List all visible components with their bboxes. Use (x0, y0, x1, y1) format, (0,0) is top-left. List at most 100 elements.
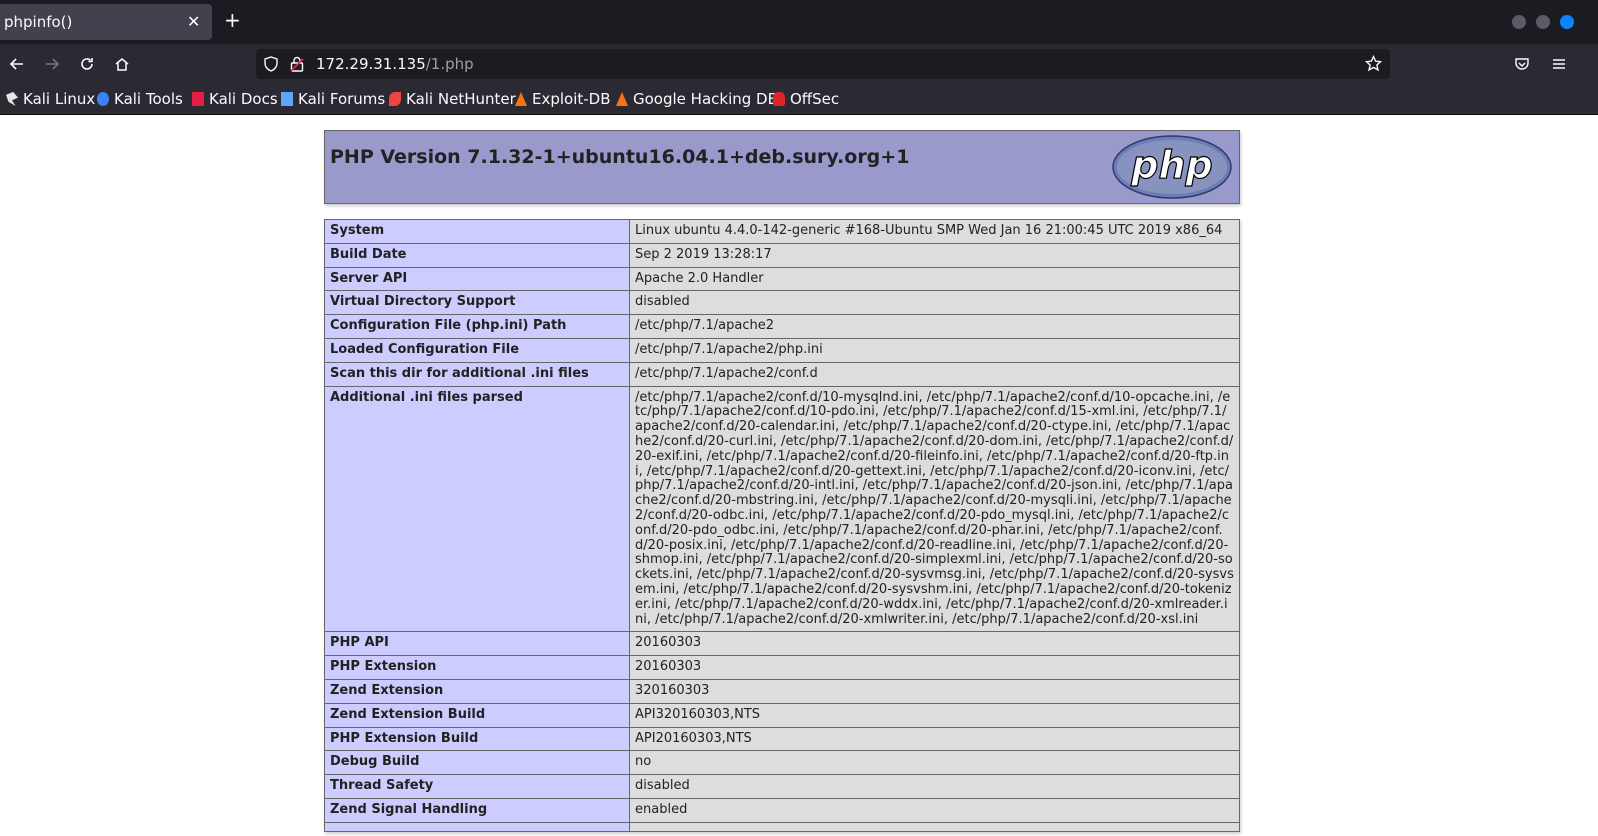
home-icon (115, 58, 129, 71)
bookmark-kali-linux[interactable]: Kali Linux (6, 90, 95, 108)
kali-tools-icon (97, 92, 109, 106)
row-key: Additional .ini files parsed (324, 385, 630, 633)
url-text[interactable]: 172.29.31.135/1.php (316, 55, 474, 73)
url-bar[interactable]: 172.29.31.135/1.php (256, 49, 1390, 79)
row-value: Apache 2.0 Handler (629, 266, 1240, 292)
row-value: /etc/php/7.1/apache2/php.ini (629, 337, 1240, 363)
svg-text:php: php (1130, 143, 1212, 187)
home-button[interactable] (110, 52, 134, 76)
table-row: Loaded Configuration File/etc/php/7.1/ap… (324, 337, 1240, 363)
close-window-button[interactable] (1560, 15, 1574, 29)
row-key: Debug Build (324, 750, 630, 776)
row-value: no (629, 750, 1240, 776)
table-row: Zend Signal Handling enabled (324, 797, 1240, 823)
table-row: Additional .ini files parsed/etc/php/7.1… (324, 385, 1240, 633)
new-tab-button[interactable]: + (224, 9, 241, 31)
hamburger-menu-icon (1553, 59, 1565, 69)
php-logo-icon: php (1112, 135, 1232, 199)
offsec-icon (773, 92, 785, 106)
maximize-button[interactable] (1536, 15, 1550, 29)
row-key: Loaded Configuration File (324, 337, 630, 363)
kali-docs-icon (192, 92, 204, 106)
pocket-button[interactable] (1510, 52, 1534, 76)
row-key (324, 821, 630, 832)
row-key: System (324, 219, 630, 244)
minimize-button[interactable] (1512, 15, 1526, 29)
bookmark-kali-forums[interactable]: Kali Forums (281, 90, 385, 108)
pocket-icon (1515, 58, 1529, 70)
reload-icon (81, 58, 93, 70)
table-row: Zend Extension 320160303 (324, 678, 1240, 704)
tab-title: phpinfo() (4, 13, 73, 31)
table-row: PHP Extension 20160303 (324, 655, 1240, 680)
row-key: Zend Extension (324, 678, 630, 704)
bookmark-kali-tools[interactable]: Kali Tools (97, 90, 183, 108)
row-value: disabled (629, 774, 1240, 799)
page-content: PHP Version 7.1.32-1+ubuntu16.04.1+deb.s… (0, 115, 1598, 836)
row-key: PHP Extension Build (324, 726, 630, 752)
row-key: Build Date (324, 242, 630, 268)
back-button[interactable] (5, 52, 29, 76)
row-value: API320160303,NTS (629, 702, 1240, 728)
menu-button[interactable] (1547, 52, 1571, 76)
row-key: PHP API (324, 631, 630, 657)
arrow-right-icon (46, 58, 60, 70)
table-row (324, 821, 1240, 832)
bookmark-star-icon (1365, 55, 1382, 72)
row-value (629, 821, 1240, 832)
bookmark-kali-docs[interactable]: Kali Docs (192, 90, 278, 108)
bookmark-exploit-db[interactable]: Exploit-DB (515, 90, 611, 108)
row-value: /etc/php/7.1/apache2/conf.d/10-mysqlnd.i… (629, 385, 1240, 633)
row-value: /etc/php/7.1/apache2/conf.d (629, 361, 1240, 387)
tab-strip: phpinfo() ✕ + (0, 0, 1598, 44)
row-key: Scan this dir for additional .ini files (324, 361, 630, 387)
navigation-toolbar: 172.29.31.135/1.php (0, 44, 1598, 84)
bookmarks-toolbar: Kali Linux Kali Tools Kali Docs Kali For… (0, 84, 1598, 115)
row-value: 320160303 (629, 678, 1240, 704)
ghdb-icon (616, 92, 628, 106)
row-value: 20160303 (629, 631, 1240, 657)
arrow-left-icon (9, 58, 23, 70)
table-row: PHP Extension Build API20160303,NTS (324, 726, 1240, 752)
phpinfo-table: System Linux ubuntu 4.4.0-142-generic #16… (324, 219, 1240, 832)
bookmark-kali-nethunter[interactable]: Kali NetHunter (389, 90, 516, 108)
page-title: PHP Version 7.1.32-1+ubuntu16.04.1+deb.s… (330, 146, 910, 168)
row-value: API20160303,NTS (629, 726, 1240, 752)
insecure-lock-icon (290, 56, 304, 72)
row-value: enabled (629, 797, 1240, 823)
nethunter-icon (389, 92, 401, 106)
bookmark-google-hacking-db[interactable]: Google Hacking DB (616, 90, 778, 108)
row-key: PHP Extension (324, 655, 630, 680)
phpinfo-header: PHP Version 7.1.32-1+ubuntu16.04.1+deb.s… (324, 130, 1240, 204)
table-row: PHP API 20160303 (324, 631, 1240, 657)
table-row: Thread Safety disabled (324, 774, 1240, 799)
kali-forums-icon (281, 92, 293, 106)
table-row: Configuration File (php.ini) Path/etc/ph… (324, 314, 1240, 339)
table-row: Debug Build no (324, 750, 1240, 776)
kali-dragon-icon (6, 92, 18, 106)
row-value: 20160303 (629, 655, 1240, 680)
row-key: Thread Safety (324, 774, 630, 799)
tab-phpinfo[interactable]: phpinfo() ✕ (0, 4, 212, 40)
row-key: Server API (324, 266, 630, 292)
table-row: Scan this dir for additional .ini files /… (324, 361, 1240, 387)
exploit-db-icon (515, 92, 527, 106)
row-key: Zend Signal Handling (324, 797, 630, 823)
table-row: Server API Apache 2.0 Handler (324, 266, 1240, 292)
table-row: System Linux ubuntu 4.4.0-142-generic #16… (324, 219, 1240, 244)
bookmark-offsec[interactable]: OffSec (773, 90, 839, 108)
reload-button[interactable] (75, 52, 99, 76)
row-value: Linux ubuntu 4.4.0-142-generic #168-Ubun… (629, 219, 1240, 244)
table-row: Build Date Sep 2 2019 13:28:17 (324, 242, 1240, 268)
row-value: Sep 2 2019 13:28:17 (629, 242, 1240, 268)
row-value: disabled (629, 290, 1240, 316)
close-tab-icon[interactable]: ✕ (187, 12, 200, 31)
row-key: Virtual Directory Support (324, 290, 630, 316)
table-row: Virtual Directory Support disabled (324, 290, 1240, 316)
forward-button[interactable] (40, 52, 64, 76)
row-value: /etc/php/7.1/apache2 (629, 314, 1240, 339)
row-key: Zend Extension Build (324, 702, 630, 728)
table-row: Zend Extension Build API320160303,NTS (324, 702, 1240, 728)
row-key: Configuration File (php.ini) Path (324, 314, 630, 339)
shield-icon (264, 56, 278, 72)
